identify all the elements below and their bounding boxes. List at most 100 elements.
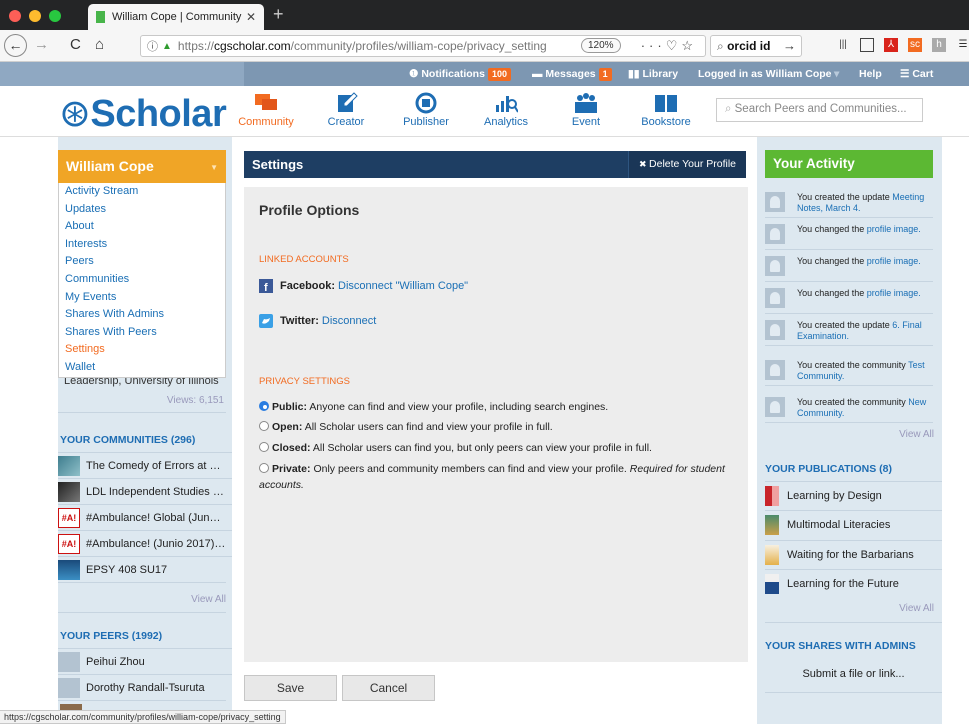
activity-item[interactable]: You created the update 6. Final Examinat… bbox=[765, 315, 933, 346]
publication-item[interactable]: Multimodal Literacies bbox=[765, 510, 942, 539]
reload-button[interactable]: C bbox=[70, 36, 81, 53]
privacy-option-public[interactable]: Public: Anyone can find and view your pr… bbox=[259, 400, 729, 416]
publication-title: Learning by Design bbox=[787, 490, 882, 502]
maximize-window-button[interactable] bbox=[49, 10, 61, 22]
menu-wallet[interactable]: Wallet bbox=[65, 359, 219, 377]
facebook-label: Facebook: bbox=[280, 280, 336, 292]
submit-file-link[interactable]: Submit a file or link... bbox=[765, 668, 942, 680]
messages-link[interactable]: ▬ Messages 1 bbox=[532, 62, 612, 86]
user-caret-icon[interactable]: ▾ bbox=[834, 62, 839, 86]
communities-view-all[interactable]: View All bbox=[160, 594, 226, 605]
minimize-window-button[interactable] bbox=[29, 10, 41, 22]
radio-closed[interactable] bbox=[259, 442, 269, 452]
privacy-option-private[interactable]: Private: Only peers and community member… bbox=[259, 462, 729, 493]
nav-community[interactable]: Community bbox=[226, 86, 306, 137]
activity-view-all[interactable]: View All bbox=[870, 429, 934, 440]
community-thumbnail: #A! bbox=[58, 533, 80, 554]
extension-icon[interactable]: h bbox=[932, 38, 946, 52]
nav-bookstore[interactable]: Bookstore bbox=[626, 86, 706, 137]
browser-tab[interactable]: William Cope | Community | Scl ✕ bbox=[88, 4, 264, 30]
close-window-button[interactable] bbox=[9, 10, 21, 22]
activity-item[interactable]: You changed the profile image. bbox=[765, 219, 933, 250]
profile-affiliation: Leadership, University of Illinois bbox=[64, 377, 219, 387]
forward-button[interactable]: → bbox=[34, 36, 49, 53]
menu-activity-stream[interactable]: Activity Stream bbox=[65, 183, 219, 201]
user-menu-header[interactable]: William Cope ▼ bbox=[58, 150, 226, 183]
activity-item[interactable]: You created the community New Community. bbox=[765, 392, 933, 423]
help-link[interactable]: Help bbox=[859, 62, 882, 86]
notifications-link[interactable]: ❶ Notifications 100 bbox=[409, 62, 511, 86]
menu-my-events[interactable]: My Events bbox=[65, 289, 219, 307]
url-path: /community/profiles/william-cope/privacy… bbox=[290, 39, 547, 53]
activity-item[interactable]: You created the update Meeting Notes, Ma… bbox=[765, 187, 933, 218]
activity-item[interactable]: You changed the profile image. bbox=[765, 251, 933, 282]
user-menu: Activity Stream Updates About Interests … bbox=[58, 183, 226, 378]
info-icon[interactable]: ⓘ bbox=[147, 38, 158, 54]
community-item[interactable]: EPSY 408 SU17 bbox=[58, 556, 232, 582]
site-topbar: ❶ Notifications 100 ▬ Messages 1 ▮▮ Librar… bbox=[0, 62, 969, 86]
back-button[interactable]: ← bbox=[4, 34, 27, 57]
radio-private[interactable] bbox=[259, 463, 269, 473]
nav-bookstore-label: Bookstore bbox=[641, 116, 691, 128]
menu-shares-with-admins[interactable]: Shares With Admins bbox=[65, 306, 219, 324]
publication-item[interactable]: Learning by Design bbox=[765, 481, 942, 510]
radio-open[interactable] bbox=[259, 421, 269, 431]
activity-item[interactable]: You changed the profile image. bbox=[765, 283, 933, 314]
messages-label: Messages bbox=[545, 68, 596, 80]
community-item[interactable]: #A! #Ambulance! Global (June 2... bbox=[58, 504, 232, 530]
home-icon[interactable]: ⌂ bbox=[95, 36, 104, 53]
menu-settings[interactable]: Settings bbox=[65, 341, 219, 359]
delete-profile-label: Delete Your Profile bbox=[649, 158, 737, 170]
activity-link[interactable]: profile image. bbox=[867, 288, 921, 298]
menu-shares-with-peers[interactable]: Shares With Peers bbox=[65, 324, 219, 342]
library-link[interactable]: ▮▮ Library bbox=[628, 62, 678, 86]
menu-about[interactable]: About bbox=[65, 218, 219, 236]
logged-in-user[interactable]: Logged in as William Cope bbox=[698, 62, 832, 86]
activity-link[interactable]: profile image. bbox=[867, 224, 921, 234]
community-item[interactable]: The Comedy of Errors at KM... bbox=[58, 452, 232, 478]
avatar bbox=[765, 360, 785, 380]
nav-analytics[interactable]: Analytics bbox=[466, 86, 546, 137]
save-button[interactable]: Save bbox=[244, 675, 337, 701]
search-go-icon[interactable]: → bbox=[783, 38, 796, 53]
twitter-disconnect-link[interactable]: Disconnect bbox=[322, 315, 376, 327]
cart-link[interactable]: ☰ Cart bbox=[900, 62, 933, 86]
menu-communities[interactable]: Communities bbox=[65, 271, 219, 289]
menu-icon[interactable]: ☰ bbox=[956, 38, 969, 52]
option-text: Anyone can find and view your profile, i… bbox=[309, 401, 609, 413]
pdf-extension-icon[interactable]: ⅄ bbox=[884, 38, 898, 52]
facebook-disconnect-link[interactable]: Disconnect "William Cope" bbox=[338, 280, 468, 292]
url-bar[interactable]: ⓘ ▲ https://cgscholar.com/community/prof… bbox=[140, 35, 706, 57]
close-tab-icon[interactable]: ✕ bbox=[246, 10, 256, 24]
activity-item[interactable]: You created the community Test Community… bbox=[765, 355, 933, 386]
sidebar-icon[interactable] bbox=[860, 38, 874, 52]
community-item[interactable]: LDL Independent Studies S... bbox=[58, 478, 232, 504]
privacy-option-open[interactable]: Open: All Scholar users can find and vie… bbox=[259, 420, 729, 436]
cancel-button[interactable]: Cancel bbox=[342, 675, 435, 701]
nav-event[interactable]: Event bbox=[546, 86, 626, 137]
privacy-option-closed[interactable]: Closed: All Scholar users can find you, … bbox=[259, 441, 729, 457]
nav-creator[interactable]: Creator bbox=[306, 86, 386, 137]
publications-view-all[interactable]: View All bbox=[870, 603, 934, 614]
peer-item[interactable]: Peihui Zhou bbox=[58, 648, 232, 674]
scholar-extension-icon[interactable]: sc bbox=[908, 38, 922, 52]
browser-navbar: ← → C ⌂ ⓘ ▲ https://cgscholar.com/commun… bbox=[0, 30, 969, 62]
zoom-level[interactable]: 120% bbox=[581, 38, 621, 53]
scholar-logo[interactable]: ⊛Scholar bbox=[59, 91, 227, 136]
nav-publisher[interactable]: Publisher bbox=[386, 86, 466, 137]
menu-updates[interactable]: Updates bbox=[65, 201, 219, 219]
site-search-input[interactable]: ⌕ Search Peers and Communities... bbox=[716, 98, 923, 122]
delete-profile-button[interactable]: ✖ Delete Your Profile bbox=[628, 151, 746, 178]
menu-interests[interactable]: Interests bbox=[65, 236, 219, 254]
activity-link[interactable]: profile image. bbox=[867, 256, 921, 266]
publication-item[interactable]: Waiting for the Barbarians bbox=[765, 540, 942, 569]
publication-item[interactable]: Learning for the Future bbox=[765, 569, 942, 598]
radio-public[interactable] bbox=[259, 401, 269, 411]
peer-item[interactable]: Dorothy Randall-Tsuruta bbox=[58, 674, 232, 700]
library-icon[interactable]: ||| bbox=[836, 38, 850, 52]
analytics-icon bbox=[496, 96, 518, 113]
community-item[interactable]: #A! #Ambulance! (Junio 2017) e... bbox=[58, 530, 232, 556]
page-actions-icon[interactable]: ···♡☆ bbox=[641, 38, 697, 54]
menu-peers[interactable]: Peers bbox=[65, 253, 219, 271]
new-tab-button[interactable]: + bbox=[273, 4, 284, 25]
